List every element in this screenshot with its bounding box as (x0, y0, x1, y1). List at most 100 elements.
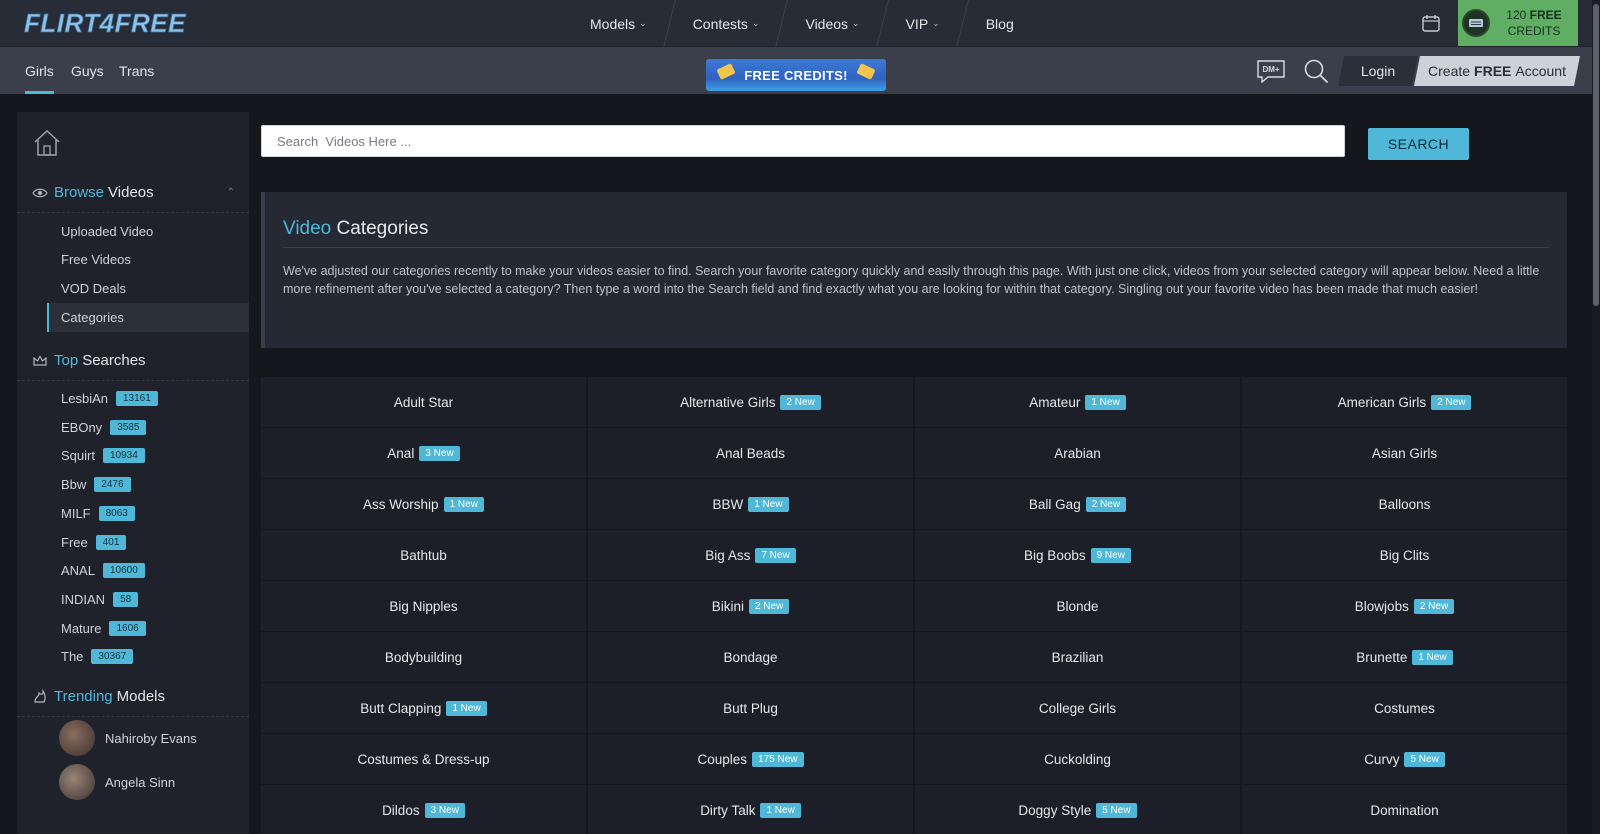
top-search-item[interactable]: ANAL 10600 (61, 556, 145, 585)
category-item[interactable]: Ass Worship 1 New (261, 479, 586, 529)
sidebar-link-uploaded-video[interactable]: Uploaded Video (47, 217, 249, 246)
nav-item-label: Models (590, 15, 636, 32)
model-name[interactable]: Nahiroby Evans (105, 731, 197, 746)
chevron-down-icon: ⌄ (932, 18, 940, 28)
tab-guys[interactable]: Guys (71, 47, 104, 94)
category-item[interactable]: Ball Gag 2 New (915, 479, 1240, 529)
top-search-item[interactable]: The 30367 (61, 642, 134, 671)
top-search-item[interactable]: Free 401 (61, 528, 127, 557)
category-item[interactable]: Arabian (915, 428, 1240, 478)
banner-label: FREE CREDITS! (744, 67, 848, 83)
dm-chat-icon[interactable]: DM+ (1256, 59, 1286, 83)
trending-model-item[interactable]: Nahiroby Evans (59, 718, 197, 758)
category-item[interactable]: BBW 1 New (588, 479, 913, 529)
calendar-icon[interactable] (1420, 12, 1442, 34)
category-item[interactable]: Bikini 2 New (588, 581, 913, 631)
category-item[interactable]: Dildos 3 New (261, 785, 586, 834)
login-button[interactable]: Login (1338, 56, 1418, 86)
category-item[interactable]: Anal 3 New (261, 428, 586, 478)
new-count-badge: 5 New (1404, 751, 1445, 767)
category-item[interactable]: Amateur 1 New (915, 377, 1240, 427)
top-search-label: ANAL (61, 563, 95, 579)
category-name: Butt Plug (723, 700, 778, 716)
nav-item-label: VIP (905, 15, 929, 32)
nav-item-contests[interactable]: Contests ⌄ (675, 0, 778, 47)
category-item[interactable]: Anal Beads (588, 428, 913, 478)
categories-info-panel: Video Categories We've adjusted our cate… (261, 192, 1567, 348)
category-item[interactable]: Big Clits (1242, 530, 1567, 580)
avatar[interactable] (59, 720, 95, 756)
category-item[interactable]: Curvy 5 New (1242, 734, 1567, 784)
category-item[interactable]: Doggy Style 5 New (915, 785, 1240, 834)
new-count-badge: 7 New (755, 547, 796, 563)
category-item[interactable]: Bathtub (261, 530, 586, 580)
video-search-input[interactable] (261, 125, 1345, 157)
top-search-item[interactable]: Squirt 10934 (61, 441, 145, 470)
create-account-button[interactable]: Create FREE Account (1414, 56, 1580, 86)
top-search-label: The (61, 649, 84, 665)
category-item[interactable]: Costumes & Dress-up (261, 734, 586, 784)
top-search-item[interactable]: MILF 8063 (61, 499, 135, 528)
category-item[interactable]: American Girls 2 New (1242, 377, 1567, 427)
category-item[interactable]: Costumes (1242, 683, 1567, 733)
category-item[interactable]: Adult Star (261, 377, 586, 427)
home-icon[interactable] (32, 128, 62, 158)
category-item[interactable]: Big Nipples (261, 581, 586, 631)
category-name: Dildos (382, 802, 420, 818)
category-item[interactable]: Bodybuilding (261, 632, 586, 682)
avatar[interactable] (59, 764, 95, 800)
category-item[interactable]: Brazilian (915, 632, 1240, 682)
category-item[interactable]: Big Boobs 9 New (915, 530, 1240, 580)
search-icon[interactable] (1303, 58, 1329, 84)
category-name: BBW (712, 496, 744, 512)
credits-free: FREE (1529, 8, 1562, 22)
category-item[interactable]: Asian Girls (1242, 428, 1567, 478)
browse-videos-header[interactable]: Browse Videos ⌃ (17, 173, 249, 213)
top-search-count-badge: 30367 (91, 649, 134, 665)
free-credits-button[interactable]: 120 FREE CREDITS (1458, 0, 1578, 46)
flirt4free-logo[interactable]: FLIRT4FREE (24, 6, 212, 40)
sidebar-link-categories[interactable]: Categories (47, 303, 249, 332)
nav-item-videos[interactable]: Videos ⌄ (787, 0, 877, 47)
category-item[interactable]: Butt Plug (588, 683, 913, 733)
category-item[interactable]: Big Ass 7 New (588, 530, 913, 580)
credits-label: 120 FREE CREDITS (1490, 7, 1578, 39)
top-search-item[interactable]: Bbw 2476 (61, 470, 131, 499)
top-search-item[interactable]: LesbiAn 13161 (61, 384, 158, 413)
category-item[interactable]: Domination (1242, 785, 1567, 834)
nav-item-blog[interactable]: Blog (968, 0, 1032, 47)
category-item[interactable]: Alternative Girls 2 New (588, 377, 913, 427)
category-item[interactable]: Bondage (588, 632, 913, 682)
top-search-item[interactable]: INDIAN 58 (61, 585, 139, 614)
category-item[interactable]: College Girls (915, 683, 1240, 733)
category-item[interactable]: Blonde (915, 581, 1240, 631)
top-search-item[interactable]: Mature 1606 (61, 614, 146, 643)
chevron-up-icon[interactable]: ⌃ (227, 187, 235, 198)
trending-model-item[interactable]: Angela Sinn (59, 762, 175, 802)
category-item[interactable]: Brunette 1 New (1242, 632, 1567, 682)
category-item[interactable]: Cuckolding (915, 734, 1240, 784)
category-item[interactable]: Dirty Talk 1 New (588, 785, 913, 834)
nav-separator (878, 0, 888, 47)
tab-trans[interactable]: Trans (119, 47, 154, 94)
scroll-thumb[interactable] (1593, 4, 1599, 306)
category-item[interactable]: Blowjobs 2 New (1242, 581, 1567, 631)
model-name[interactable]: Angela Sinn (105, 775, 175, 790)
sidebar-link-free-videos[interactable]: Free Videos (47, 245, 249, 274)
category-item[interactable]: Couples 175 New (588, 734, 913, 784)
category-item[interactable]: Butt Clapping 1 New (261, 683, 586, 733)
search-button[interactable]: SEARCH (1368, 128, 1469, 160)
top-search-label: Mature (61, 620, 102, 636)
free-credits-banner[interactable]: FREE CREDITS! (706, 59, 886, 91)
scrollbar[interactable] (1592, 0, 1600, 834)
nav-separator (958, 0, 968, 47)
nav-separator (777, 0, 787, 47)
category-item[interactable]: Balloons (1242, 479, 1567, 529)
top-search-item[interactable]: EBOny 3585 (61, 413, 147, 442)
tab-girls[interactable]: Girls (25, 47, 54, 94)
tab-guys-label: Guys (71, 62, 104, 79)
new-count-badge: 2 New (1413, 598, 1455, 614)
nav-item-vip[interactable]: VIP ⌄ (888, 0, 958, 47)
nav-item-models[interactable]: Models ⌄ (572, 0, 665, 47)
sidebar-link-vod-deals[interactable]: VOD Deals (47, 274, 249, 303)
